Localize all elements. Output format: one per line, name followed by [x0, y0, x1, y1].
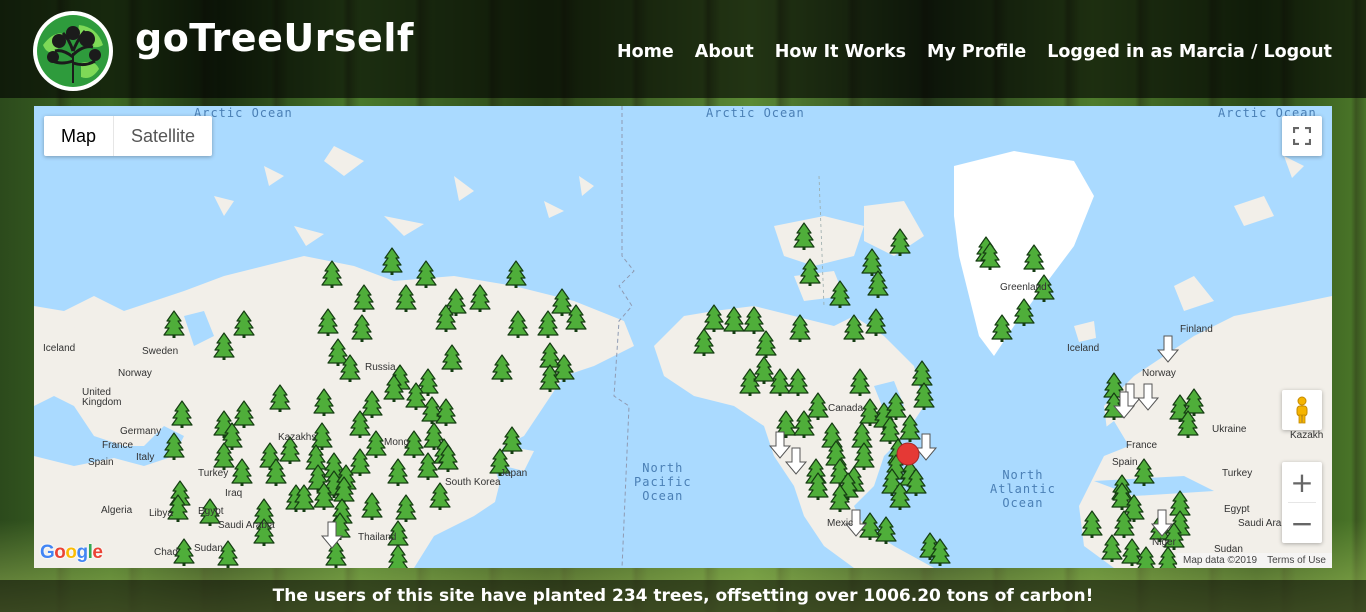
nav-how-it-works-link[interactable]: How It Works	[775, 42, 906, 62]
place-label: Norway	[1142, 368, 1176, 379]
map-data-label: Map data ©2019	[1183, 555, 1258, 566]
zoom-control: + −	[1282, 462, 1322, 543]
place-label: Saudi Arabia	[218, 520, 275, 531]
place-label: Niger	[1152, 537, 1176, 548]
place-label: Chad	[154, 547, 178, 558]
map-type-map-button[interactable]: Map	[44, 116, 113, 156]
place-label: Mexic	[827, 518, 854, 529]
place-label: France	[102, 440, 134, 451]
logo-tree-globe-icon[interactable]	[33, 11, 113, 91]
place-label: Iraq	[225, 488, 243, 499]
fullscreen-icon	[1293, 127, 1311, 145]
street-view-button[interactable]	[1282, 390, 1322, 430]
zoom-out-icon[interactable]: −	[1282, 503, 1322, 543]
place-label: Thailand	[358, 532, 397, 543]
place-label: Germany	[120, 426, 162, 437]
place-label: Sudan	[194, 543, 223, 554]
tree-stats-text: The users of this site have planted 234 …	[272, 586, 1094, 606]
place-label: Russia	[365, 362, 396, 373]
location-pin-icon[interactable]	[896, 442, 920, 466]
place-label: Italy	[136, 452, 155, 463]
place-label: Japan	[500, 468, 528, 479]
nav-home-link[interactable]: Home	[617, 42, 674, 62]
place-label: Iceland	[43, 343, 76, 354]
ocean-label: North Pacific Ocean	[634, 461, 692, 503]
place-label: Spain	[88, 457, 114, 468]
map-attribution: Map data ©2019 Terms of Use	[1177, 553, 1332, 568]
nav-logout-link[interactable]: Logged in as Marcia / Logout	[1047, 42, 1332, 62]
place-label: Ukraine	[1212, 424, 1247, 435]
map-type-satellite-button[interactable]: Satellite	[113, 116, 212, 156]
site-header: goTreeUrself Home About How It Works My …	[0, 0, 1366, 98]
place-label: Canada	[828, 403, 864, 414]
place-label: Greenland	[1000, 282, 1047, 293]
site-title[interactable]: goTreeUrself	[135, 16, 414, 60]
terms-of-use-link[interactable]: Terms of Use	[1267, 555, 1326, 566]
place-label: Finland	[1180, 324, 1213, 335]
zoom-in-icon[interactable]: +	[1282, 462, 1322, 502]
pegman-icon	[1296, 396, 1308, 424]
place-label: Turkey	[198, 468, 229, 479]
map-type-control: Map Satellite	[44, 116, 213, 156]
ocean-label: Arctic Ocean	[706, 106, 805, 120]
ocean-label: North Atlantic Ocean	[990, 468, 1056, 510]
footer-banner: The users of this site have planted 234 …	[0, 580, 1366, 612]
main-nav: Home About How It Works My Profile Logge…	[617, 42, 1332, 62]
place-label: France	[1126, 440, 1158, 451]
google-logo[interactable]: Google	[40, 542, 103, 564]
place-label: South Korea	[445, 477, 501, 488]
place-label: Turkey	[1222, 468, 1253, 479]
place-label: Egypt	[1224, 504, 1250, 515]
place-label: United Kingdom	[82, 387, 122, 408]
nav-about-link[interactable]: About	[695, 42, 754, 62]
place-label: Norway	[118, 368, 152, 379]
place-label: Kazakh	[1290, 430, 1324, 441]
nav-my-profile-link[interactable]: My Profile	[927, 42, 1026, 62]
fullscreen-button[interactable]	[1282, 116, 1322, 156]
tree-map[interactable]: Arctic Ocean Arctic Ocean Arctic Ocean N…	[34, 106, 1332, 568]
place-label: Sweden	[142, 346, 179, 357]
place-label: Egypt	[198, 506, 224, 517]
place-label: Algeria	[101, 505, 133, 516]
place-label: Spain	[1112, 457, 1138, 468]
place-label: Mong	[384, 437, 410, 448]
place-label: Libya	[149, 508, 173, 519]
place-label: Kazakhs	[278, 432, 317, 443]
place-label: Iceland	[1067, 343, 1100, 354]
